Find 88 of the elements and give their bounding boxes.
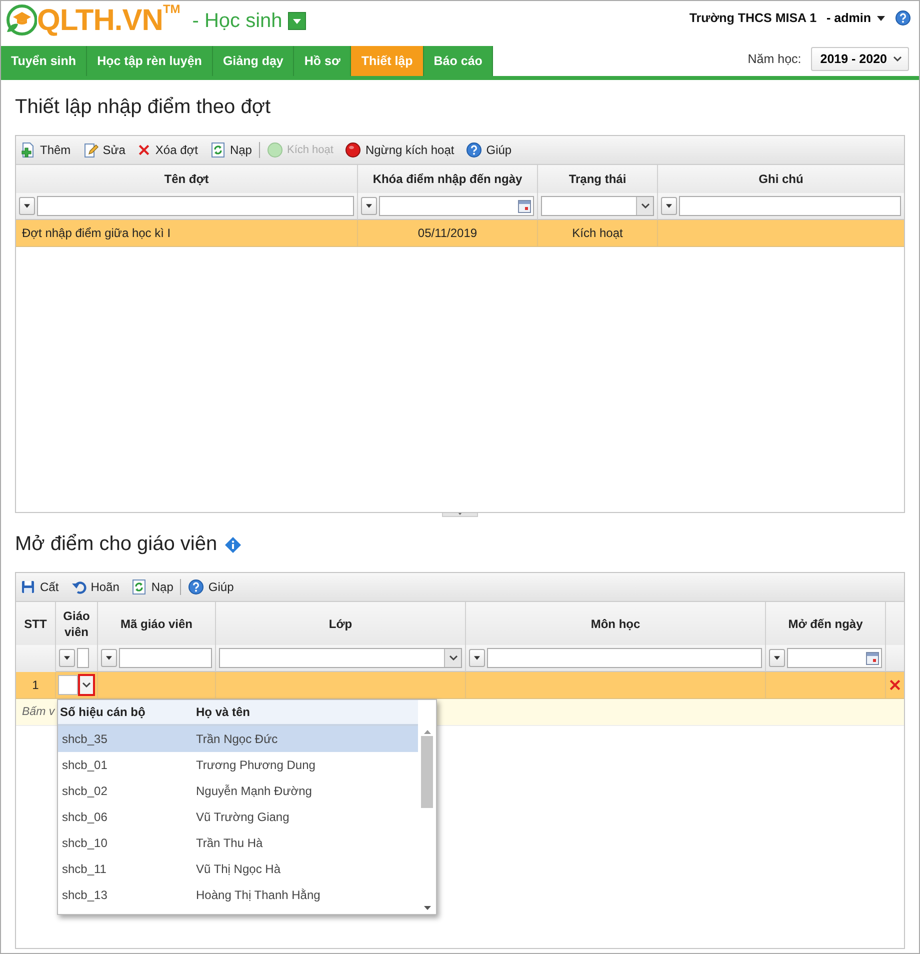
calendar-icon <box>866 652 879 664</box>
trademark: TM <box>162 2 180 16</box>
table-row[interactable]: Đợt nhập điểm giữa học kì I 05/11/2019 Kích hoạt <box>16 220 904 247</box>
filter-operator-button[interactable] <box>661 197 677 215</box>
date-field[interactable] <box>379 196 534 216</box>
caret-icon <box>293 18 302 24</box>
caret-icon <box>877 16 885 20</box>
add-document-icon <box>20 142 36 158</box>
filter-field[interactable] <box>77 648 89 668</box>
help-button[interactable]: Giúp <box>466 142 512 158</box>
caret-icon <box>24 204 30 208</box>
column-header: Số hiệu cán bộ <box>60 705 146 719</box>
chevron-icon <box>893 56 902 62</box>
chevron-icon <box>448 655 458 661</box>
add-button[interactable]: Thêm <box>20 142 71 158</box>
caret-icon <box>474 656 480 660</box>
teacher-option[interactable]: shcb_01 Trương Phương Dung <box>58 752 418 778</box>
scroll-up-icon[interactable] <box>424 730 430 734</box>
circle-icon <box>266 142 283 158</box>
table-cell: Đợt nhập điểm giữa học kì I <box>16 220 358 246</box>
help-icon <box>466 142 482 158</box>
caret-icon <box>64 656 70 660</box>
reload-button[interactable]: Nạp <box>131 579 174 595</box>
filter-field[interactable] <box>487 648 762 668</box>
date-field[interactable] <box>787 648 882 668</box>
select-field[interactable] <box>541 196 654 216</box>
column-header: Ghi chú <box>758 171 804 188</box>
teacher-option[interactable]: shcb_35 Trần Ngọc Đức <box>58 726 418 752</box>
filter-operator-button[interactable] <box>101 649 117 667</box>
school-name: Trường THCS MISA 1 <box>689 11 817 25</box>
role-dropdown-button[interactable] <box>288 12 306 30</box>
pencil-document-icon <box>82 142 99 158</box>
caret-icon <box>774 656 780 660</box>
deactivate-button[interactable]: Ngừng kích hoạt <box>345 142 454 158</box>
table-cell: Kích hoạt <box>538 220 658 246</box>
filter-operator-button[interactable] <box>469 649 485 667</box>
table-row[interactable]: 1 <box>16 672 904 699</box>
column-header: Họ và tên <box>196 705 252 719</box>
teacher-dropdown-button[interactable] <box>78 674 95 696</box>
calendar-icon <box>518 200 531 212</box>
year-select[interactable]: 2019 - 2020 <box>811 46 909 70</box>
teacher-option[interactable]: shcb_06 Vũ Trường Giang <box>58 804 418 830</box>
section-title: Thiết lập nhập điểm theo đợt <box>15 96 270 119</box>
filter-operator-button[interactable] <box>19 197 35 215</box>
edit-button[interactable]: Sửa <box>82 142 126 158</box>
filter-operator-button[interactable] <box>769 649 785 667</box>
cross-icon <box>137 143 152 157</box>
section-title: Mở điểm cho giáo viên <box>15 533 218 556</box>
filter-field[interactable] <box>679 196 901 216</box>
refresh-icon <box>210 142 226 158</box>
undo-button[interactable]: Hoãn <box>70 579 120 595</box>
caret-icon <box>106 656 112 660</box>
help-icon <box>188 579 204 595</box>
filter-operator-button[interactable] <box>361 197 377 215</box>
teacher-option[interactable]: shcb_10 Trần Thu Hà <box>58 830 418 856</box>
logo-text: QLTH.VN <box>37 4 163 38</box>
user-menu[interactable]: - admin <box>826 11 871 25</box>
scrollbar-thumb[interactable] <box>421 736 433 808</box>
logo-icon <box>5 4 37 36</box>
chevron-icon <box>640 203 650 209</box>
help-button[interactable]: Giúp <box>188 579 234 595</box>
filter-field[interactable] <box>119 648 212 668</box>
delete-button[interactable]: Xóa đợt <box>137 143 198 157</box>
filter-field[interactable] <box>37 196 354 216</box>
delete-row-icon[interactable] <box>888 678 902 692</box>
table-cell: 05/11/2019 <box>358 220 538 246</box>
save-button[interactable]: Cất <box>20 579 59 595</box>
reload-button[interactable]: Nạp <box>210 142 252 158</box>
teacher-option[interactable]: shcb_13 Hoàng Thị Thanh Hằng <box>58 882 418 908</box>
scroll-down-icon[interactable] <box>424 906 430 910</box>
caret-icon <box>366 204 372 208</box>
refresh-icon <box>131 579 148 595</box>
circle-icon <box>345 142 362 158</box>
year-label: Năm học: <box>748 52 802 66</box>
help-icon <box>895 10 911 26</box>
filter-operator-button[interactable] <box>59 649 75 667</box>
caret-icon <box>666 204 672 208</box>
undo-icon <box>70 579 87 595</box>
hint-text: Bấm v <box>22 706 55 718</box>
teacher-field[interactable] <box>58 675 78 695</box>
select-field[interactable] <box>219 648 462 668</box>
table-cell: 1 <box>16 672 56 698</box>
info-icon <box>225 536 242 552</box>
teacher-option[interactable]: shcb_11 Vũ Thị Ngọc Hà <box>58 856 418 882</box>
floppy-icon <box>20 579 36 595</box>
chevron-icon <box>82 682 91 688</box>
role-label: - Học sinh <box>192 10 282 32</box>
teacher-option[interactable]: shcb_02 Nguyễn Mạnh Đường <box>58 778 418 804</box>
